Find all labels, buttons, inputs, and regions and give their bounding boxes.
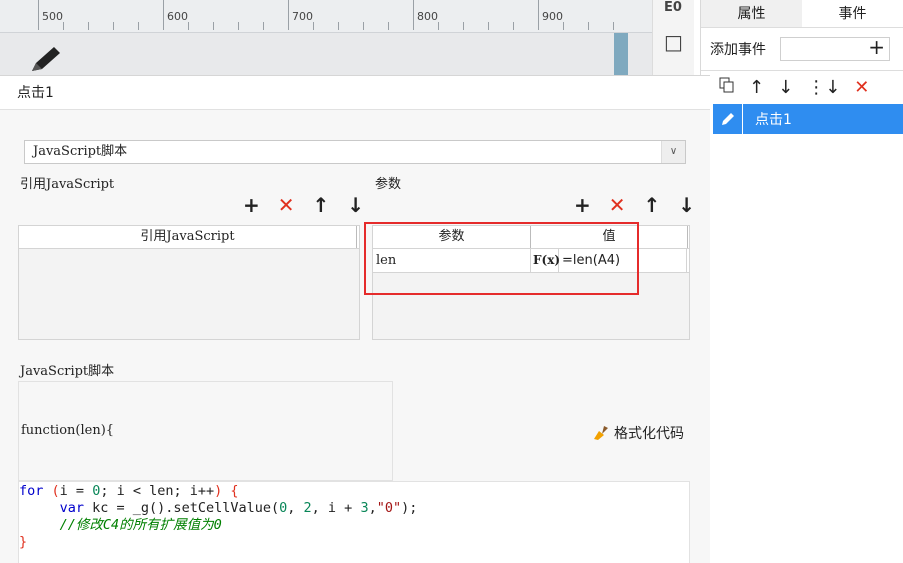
param-toolbar: + ✕ ↑ ↓	[574, 193, 695, 217]
event-item-label: 点击1	[755, 112, 792, 128]
arrow-down-icon[interactable]: ↓	[778, 77, 793, 98]
canvas-area	[0, 33, 652, 75]
sort-icon[interactable]: ⋮↓	[807, 77, 840, 98]
edit-icon[interactable]	[713, 104, 743, 134]
param-section-label: 参数	[375, 177, 402, 192]
ruler-label: 700	[292, 10, 313, 23]
pencil-icon	[32, 47, 60, 71]
function-signature: function(len){	[21, 423, 115, 438]
add-icon[interactable]: +	[243, 193, 260, 217]
arrow-up-icon[interactable]: ↑	[313, 193, 330, 217]
event-toolbar: ↑ ↓ ⋮↓ ✕	[701, 70, 903, 104]
side-toolstrip: E0 □	[652, 0, 694, 75]
arrow-up-icon[interactable]: ↑	[749, 77, 764, 98]
add-icon[interactable]: +	[574, 193, 591, 217]
code-comment: //修改C4的所有扩展值为0	[59, 517, 222, 533]
action-type-select[interactable]: JavaScript脚本 ∨	[24, 140, 686, 164]
code-line: //修改C4的所有扩展值为0	[19, 517, 689, 534]
ruler-tick	[163, 0, 164, 30]
ruler-tick	[538, 0, 539, 30]
broom-icon	[594, 426, 608, 440]
event-dialog: 点击1 JavaScript脚本 ∨ 引用JavaScript 参数 + ✕ ↑…	[0, 75, 710, 563]
code-line: var kc = _g().setCellValue(0, 2, i + 3,"…	[59, 500, 418, 516]
chevron-down-icon[interactable]: ∨	[661, 141, 685, 163]
ruler-tick	[288, 0, 289, 30]
copy-icon[interactable]	[719, 77, 735, 98]
code-editor[interactable]: for (i = 0; i < len; i++) { var kc = _g(…	[18, 481, 690, 563]
arrow-down-icon[interactable]: ↓	[678, 193, 695, 217]
ruler-label: 900	[542, 10, 563, 23]
ruler-label: 800	[417, 10, 438, 23]
canvas-scroll-marker	[614, 33, 628, 75]
ruler-label: 500	[42, 10, 63, 23]
ref-js-section-label: 引用JavaScript	[20, 177, 115, 192]
format-code-button[interactable]: 格式化代码	[592, 423, 684, 443]
js-script-section-label: JavaScript脚本	[20, 364, 115, 379]
code-line: }	[19, 534, 28, 550]
function-signature-area: function(len){	[18, 381, 393, 481]
column-header: 引用JavaScript	[19, 226, 357, 248]
ruler-tick	[413, 0, 414, 30]
square-icon[interactable]: □	[664, 30, 683, 54]
tab-properties[interactable]: 属性	[701, 0, 802, 27]
arrow-up-icon[interactable]: ↑	[644, 193, 661, 217]
ref-js-table: 引用JavaScript	[18, 225, 360, 340]
ruler: 500 600 700 800 900	[0, 0, 652, 33]
tab-events[interactable]: 事件	[802, 0, 903, 27]
delete-icon[interactable]: ✕	[278, 193, 295, 217]
property-panel: 属性 事件 添加事件 + ↑ ↓ ⋮↓ ✕ 点击1	[700, 0, 903, 563]
plus-icon[interactable]: +	[868, 35, 885, 59]
delete-icon[interactable]: ✕	[854, 77, 869, 98]
action-type-value: JavaScript脚本	[33, 144, 128, 159]
highlight-box	[364, 222, 639, 295]
e-icon[interactable]: E0	[664, 0, 682, 15]
delete-icon[interactable]: ✕	[609, 193, 626, 217]
add-event-label: 添加事件	[710, 42, 766, 58]
panel-tabs: 属性 事件	[701, 0, 903, 28]
format-code-label: 格式化代码	[614, 426, 684, 442]
add-event-row: 添加事件 +	[701, 28, 903, 70]
dialog-title: 点击1	[0, 76, 710, 110]
add-event-dropdown[interactable]: +	[780, 35, 890, 61]
event-item[interactable]: 点击1	[701, 104, 903, 134]
ruler-tick	[38, 0, 39, 30]
ruler-label: 600	[167, 10, 188, 23]
arrow-down-icon[interactable]: ↓	[347, 193, 364, 217]
table-header: 引用JavaScript	[19, 226, 359, 249]
ref-js-toolbar: + ✕ ↑ ↓	[243, 193, 364, 217]
code-line: for (i = 0; i < len; i++) {	[19, 483, 239, 499]
